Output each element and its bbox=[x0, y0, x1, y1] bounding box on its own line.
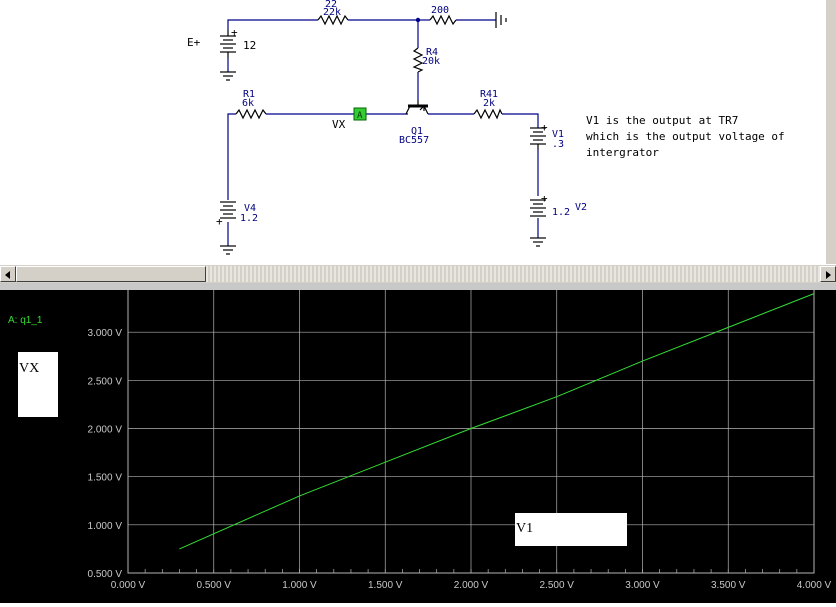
transistor-q1[interactable]: Q1 BC557 bbox=[399, 100, 429, 146]
horizontal-scrollbar[interactable] bbox=[0, 264, 836, 283]
arrow-right-icon bbox=[826, 271, 831, 279]
x-tick-label: 0.500 V bbox=[197, 580, 232, 591]
scroll-thumb[interactable] bbox=[16, 266, 206, 282]
overlay-v1-text: V1 bbox=[516, 521, 534, 536]
overlay-vx-text: VX bbox=[19, 361, 40, 376]
x-axis-ticks: 0.000 V 0.500 V 1.000 V 1.500 V 2.000 V 2.500… bbox=[111, 580, 832, 591]
x-tick-label: 2.500 V bbox=[540, 580, 575, 591]
x-tick-label: 1.500 V bbox=[368, 580, 403, 591]
grid bbox=[127, 283, 815, 574]
y-tick-label: 2.000 V bbox=[88, 425, 123, 436]
resistor-r41[interactable]: R41 2k bbox=[473, 89, 503, 120]
battery-v2-value: 1.2 bbox=[552, 207, 570, 218]
schematic-canvas[interactable]: 22 22k 200 + E+ 12 R4 20k Q1 BC557 R1 6k… bbox=[0, 0, 836, 264]
transistor-q1-value: BC557 bbox=[399, 135, 429, 146]
battery-v1-plus-sign: + bbox=[541, 121, 548, 134]
arrow-left-icon bbox=[5, 271, 10, 279]
note-line-1: V1 is the output at TR7 bbox=[586, 114, 738, 127]
x-tick-label: 3.000 V bbox=[625, 580, 660, 591]
battery-v1-value: .3 bbox=[552, 139, 564, 150]
battery-v2-name: V2 bbox=[575, 202, 587, 213]
scroll-left-button[interactable] bbox=[0, 266, 16, 282]
x-tick-label: 4.000 V bbox=[797, 580, 832, 591]
resistor-200[interactable]: 200 bbox=[429, 5, 457, 26]
resistor-r4[interactable]: R4 20k bbox=[412, 47, 440, 73]
battery-v4-plus-sign: + bbox=[216, 215, 223, 228]
battery-v4[interactable]: + V4 1.2 bbox=[216, 201, 258, 228]
resistor-r41-value: 2k bbox=[483, 98, 495, 109]
probe-a[interactable]: A bbox=[353, 107, 367, 121]
note-line-3: intergrator bbox=[586, 146, 659, 159]
y-tick-label: 3.000 V bbox=[88, 328, 123, 339]
resistor-r1-value: 6k bbox=[242, 98, 254, 109]
overlay-label-vx: VX bbox=[18, 352, 58, 417]
x-tick-label: 3.500 V bbox=[711, 580, 746, 591]
y-tick-label: 1.000 V bbox=[88, 521, 123, 532]
ground-symbol-eplus bbox=[220, 71, 236, 81]
schematic-note: V1 is the output at TR7 which is the out… bbox=[586, 114, 785, 159]
note-line-2: which is the output voltage of bbox=[586, 130, 785, 143]
probe-a-label: A bbox=[357, 111, 363, 121]
resistor-22k-value: 22k bbox=[323, 7, 341, 18]
battery-v1[interactable]: + V1 .3 bbox=[530, 121, 564, 150]
y-tick-label: 0.500 V bbox=[88, 569, 123, 580]
x-tick-label: 1.000 V bbox=[282, 580, 317, 591]
vertical-scrollbar[interactable] bbox=[826, 0, 836, 264]
y-tick-label: 1.500 V bbox=[88, 473, 123, 484]
ground-symbol-v4 bbox=[220, 245, 236, 255]
node-vx-label: VX bbox=[332, 118, 346, 131]
overlay-label-v1: V1 bbox=[515, 513, 627, 546]
resistor-22k[interactable]: 22 22k bbox=[317, 0, 349, 26]
pane-splitter[interactable] bbox=[0, 283, 836, 290]
trace-legend-label: A: q1_1 bbox=[8, 315, 43, 326]
junction-dot bbox=[415, 17, 421, 23]
battery-e-plus-name: E+ bbox=[187, 36, 201, 49]
resistor-r4-value: 20k bbox=[422, 56, 440, 67]
y-axis-ticks: 0.500 V 1.000 V 1.500 V 2.000 V 2.500 V 3.000… bbox=[88, 280, 123, 580]
scroll-track[interactable] bbox=[206, 266, 820, 282]
x-tick-label: 2.000 V bbox=[454, 580, 489, 591]
battery-plus-sign: + bbox=[231, 26, 238, 39]
x-tick-label: 0.000 V bbox=[111, 580, 146, 591]
battery-e-plus-value: 12 bbox=[243, 39, 256, 52]
resistor-r1[interactable]: R1 6k bbox=[235, 89, 267, 120]
y-tick-label: 3.500 V bbox=[88, 290, 123, 291]
graph-svg: A: q1_1 0.500 V 1.000 V 1.500 V 2.000 V 2.50… bbox=[8, 280, 832, 591]
battery-v4-value: 1.2 bbox=[240, 213, 258, 224]
graph-panel: A: q1_1 0.500 V 1.000 V 1.500 V 2.000 V 2.50… bbox=[0, 280, 836, 603]
wires bbox=[227, 19, 539, 246]
ground-symbol-right bbox=[495, 12, 507, 28]
scroll-right-button[interactable] bbox=[820, 266, 836, 282]
battery-e-plus[interactable]: + E+ 12 bbox=[187, 26, 256, 58]
battery-v2-plus-sign: + bbox=[541, 192, 548, 205]
ground-symbol-v2 bbox=[530, 237, 546, 247]
y-tick-label: 2.500 V bbox=[88, 376, 123, 387]
resistor-200-value: 200 bbox=[431, 5, 449, 16]
